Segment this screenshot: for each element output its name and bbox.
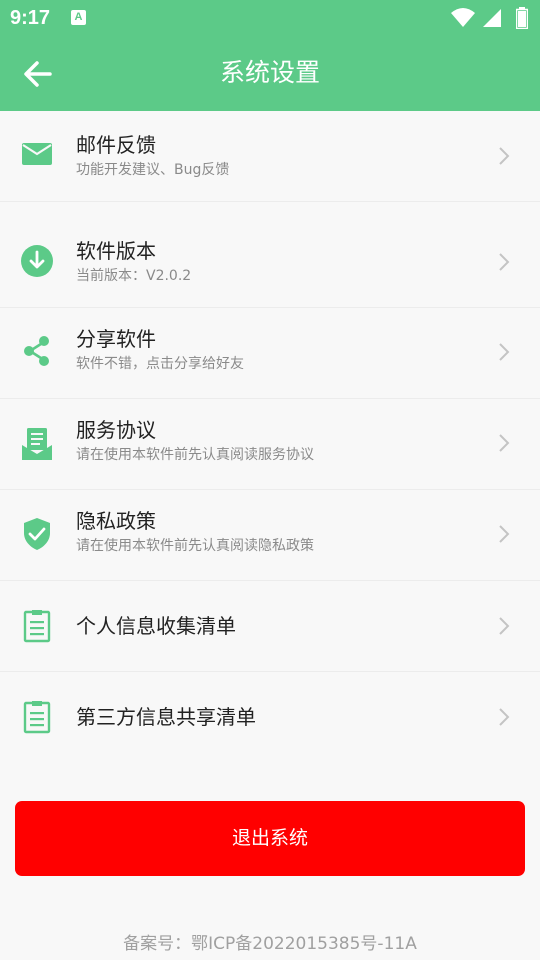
chevron-right-icon: [499, 343, 510, 361]
mail-icon: [22, 143, 52, 165]
settings-item-title: 第三方信息共享清单: [76, 705, 256, 729]
wifi-icon: [451, 8, 475, 27]
settings-item-privacy-policy[interactable]: 隐私政策 请在使用本软件前先认真阅读隐私政策: [0, 490, 540, 581]
status-time: 9:17: [10, 7, 51, 29]
page-title: 系统设置: [219, 58, 320, 87]
chevron-right-icon: [499, 147, 510, 165]
settings-item-title: 软件版本: [76, 239, 156, 263]
settings-item-subtitle: 请在使用本软件前先认真阅读服务协议: [76, 447, 314, 463]
settings-item-subtitle: 软件不错，点击分享给好友: [76, 356, 244, 372]
logout-button[interactable]: 退出系统: [15, 801, 525, 876]
battery-icon: [516, 7, 528, 29]
settings-item-title: 分享软件: [76, 327, 156, 351]
agreement-icon: [22, 428, 52, 460]
settings-item-title: 个人信息收集清单: [76, 614, 236, 638]
settings-item-software-version[interactable]: 软件版本 当前版本：V2.0.2: [0, 202, 540, 308]
settings-item-subtitle: 功能开发建议、Bug反馈: [76, 162, 230, 178]
settings-item-title: 隐私政策: [76, 509, 156, 533]
settings-item-service-agreement[interactable]: 服务协议 请在使用本软件前先认真阅读服务协议: [0, 399, 540, 490]
settings-item-subtitle: 请在使用本软件前先认真阅读隐私政策: [76, 538, 314, 554]
icp-record-text: 备案号：鄂ICP备2022015385号-11A: [123, 934, 417, 954]
signal-icon: [483, 9, 501, 27]
notification-badge-icon: A: [71, 10, 86, 25]
settings-item-personal-info-list[interactable]: 个人信息收集清单: [0, 581, 540, 672]
download-icon: [21, 245, 53, 277]
status-icons: [450, 7, 530, 29]
chevron-right-icon: [499, 525, 510, 543]
settings-item-share[interactable]: 分享软件 软件不错，点击分享给好友: [0, 308, 540, 399]
share-icon: [24, 336, 49, 366]
settings-item-title: 服务协议: [76, 418, 156, 442]
settings-item-third-party-list[interactable]: 第三方信息共享清单: [0, 672, 540, 763]
clipboard-icon: [23, 610, 51, 643]
settings-item-title: 邮件反馈: [76, 133, 156, 157]
app-bar: 系统设置: [0, 36, 540, 111]
clipboard-icon: [23, 701, 51, 734]
shield-check-icon: [24, 518, 50, 550]
chevron-right-icon: [499, 434, 510, 452]
status-bar: 9:17 A: [0, 0, 540, 36]
settings-item-mail-feedback[interactable]: 邮件反馈 功能开发建议、Bug反馈: [0, 111, 540, 202]
top-bar: 9:17 A 系统设置: [0, 0, 540, 111]
chevron-right-icon: [499, 708, 510, 726]
chevron-right-icon: [499, 617, 510, 635]
settings-item-subtitle: 当前版本：V2.0.2: [76, 268, 192, 284]
chevron-right-icon: [499, 253, 510, 271]
